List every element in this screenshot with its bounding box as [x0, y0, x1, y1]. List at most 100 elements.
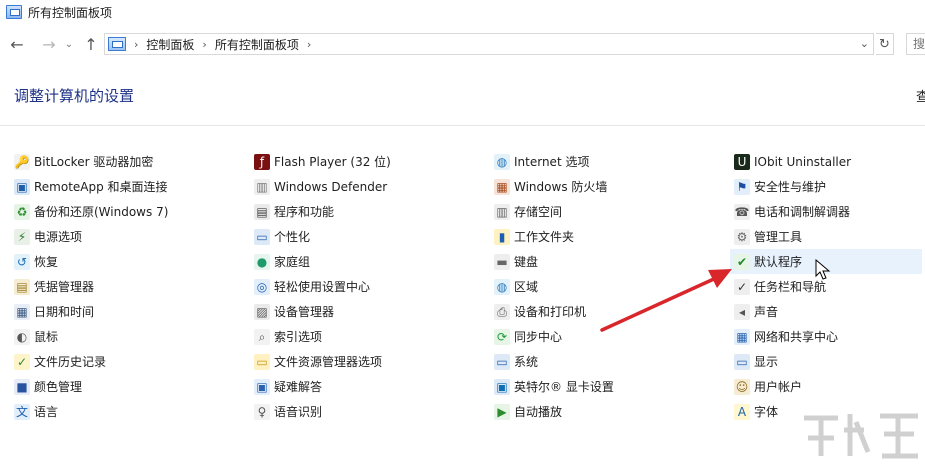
watermark-logo	[804, 413, 918, 459]
forward-button[interactable]: →	[38, 33, 60, 55]
breadcrumb-control-panel[interactable]: 控制面板	[146, 36, 194, 53]
control-panel-item[interactable]: ▭ 文件资源管理器选项	[254, 349, 391, 374]
control-panel-item-label: Flash Player (32 位)	[274, 155, 391, 169]
control-panel-item[interactable]: ▭ 个性化	[254, 224, 391, 249]
control-panel-item[interactable]: ▶ 自动播放	[494, 399, 614, 424]
control-panel-item[interactable]: ☎ 电话和调制解调器	[734, 199, 922, 224]
control-panel-item-label: 文件历史记录	[34, 355, 107, 369]
control-panel-item[interactable]: ▦ 日期和时间	[14, 299, 168, 324]
control-panel-item-label: 索引选项	[274, 330, 323, 344]
refresh-button[interactable]: ↻	[876, 33, 894, 55]
sync-icon: ⟳	[494, 328, 510, 345]
folder-options-icon: ▭	[254, 353, 270, 370]
control-panel-item-label: 设备管理器	[274, 305, 335, 319]
control-panel-item-label: 颜色管理	[34, 380, 83, 394]
control-panel-item[interactable]: ▮ 工作文件夹	[494, 224, 614, 249]
control-panel-item[interactable]: ■ 颜色管理	[14, 374, 168, 399]
control-panel-item[interactable]: ⎙ 设备和打印机	[494, 299, 614, 324]
control-panel-item[interactable]: ⚙ 管理工具	[734, 224, 922, 249]
search-input[interactable]: 搜	[906, 33, 925, 55]
control-panel-item[interactable]: ▣ 疑难解答	[254, 374, 391, 399]
control-panel-item[interactable]: U IObit Uninstaller	[734, 149, 922, 174]
troubleshoot-icon: ▣	[254, 378, 270, 395]
printer-icon: ⎙	[494, 303, 510, 320]
backup-icon: ♻	[14, 203, 30, 220]
user-accounts-icon: ☺	[734, 378, 750, 395]
control-panel-item-label: 英特尔® 显卡设置	[514, 380, 614, 394]
control-panel-item[interactable]: ▬ 键盘	[494, 249, 614, 274]
control-panel-item[interactable]: ◎ 轻松使用设置中心	[254, 274, 391, 299]
control-panel-item[interactable]: 文语言	[14, 399, 168, 424]
items-column-1: 🔑 BitLocker 驱动器加密 ▣ RemoteApp 和桌面连接 ♻ 备份和还原(W…	[14, 149, 168, 424]
back-button[interactable]: ←	[6, 33, 28, 55]
control-panel-item[interactable]: ▣ 英特尔® 显卡设置	[494, 374, 614, 399]
address-bar[interactable]: › 控制面板 › 所有控制面板项 › ⌄	[104, 33, 874, 55]
control-panel-item[interactable]: ƒ Flash Player (32 位)	[254, 149, 391, 174]
title-bar: 所有控制面板项	[0, 0, 925, 24]
display-icon: ▭	[734, 353, 750, 370]
mouse-cursor-icon	[815, 259, 831, 280]
control-panel-item-label: 疑难解答	[274, 380, 323, 394]
control-panel-item-label: IObit Uninstaller	[754, 154, 852, 169]
control-panel-item[interactable]: ● 家庭组	[254, 249, 391, 274]
control-panel-item[interactable]: ⟳ 同步中心	[494, 324, 614, 349]
control-panel-item-label: Windows Defender	[274, 179, 388, 194]
flash-icon: ƒ	[254, 153, 270, 170]
control-panel-item-label: 存储空间	[514, 205, 563, 219]
region-icon: ◍	[494, 278, 510, 295]
control-panel-item[interactable]: ▥ Windows Defender	[254, 174, 391, 199]
control-panel-item[interactable]: ▦ Windows 防火墙	[494, 174, 614, 199]
address-dropdown-button[interactable]: ⌄	[860, 37, 869, 50]
language-icon: 文	[14, 403, 30, 420]
work-folders-icon: ▮	[494, 228, 510, 245]
control-panel-item[interactable]: ⚡ 电源选项	[14, 224, 168, 249]
control-panel-item[interactable]: ☺ 用户帐户	[734, 374, 922, 399]
breadcrumb-all-items[interactable]: 所有控制面板项	[215, 36, 299, 53]
up-button[interactable]: ↑	[80, 33, 102, 55]
control-panel-item[interactable]: ♀ 语音识别	[254, 399, 391, 424]
firewall-icon: ▦	[494, 178, 510, 195]
control-panel-item[interactable]: ▣ RemoteApp 和桌面连接	[14, 174, 168, 199]
control-panel-item[interactable]: ◍ Internet 选项	[494, 149, 614, 174]
mouse-icon: ◐	[14, 328, 30, 345]
recovery-icon: ↺	[14, 253, 30, 270]
breadcrumb-separator[interactable]: ›	[202, 38, 206, 51]
control-panel-item[interactable]: ⌕ 索引选项	[254, 324, 391, 349]
breadcrumb-separator[interactable]: ›	[134, 38, 138, 51]
control-panel-item-label: 电话和调制解调器	[754, 205, 851, 219]
credential-icon: ▤	[14, 278, 30, 295]
control-panel-item-label: BitLocker 驱动器加密	[34, 155, 154, 169]
recent-locations-button[interactable]: ⌄	[62, 33, 76, 55]
indexing-icon: ⌕	[254, 328, 270, 345]
control-panel-item[interactable]: ▤ 凭据管理器	[14, 274, 168, 299]
control-panel-item-label: 键盘	[514, 255, 539, 269]
control-panel-item-label: 显示	[754, 355, 779, 369]
control-panel-item[interactable]: ▭ 显示	[734, 349, 922, 374]
control-panel-item[interactable]: ♻ 备份和还原(Windows 7)	[14, 199, 168, 224]
control-panel-item[interactable]: ◐ 鼠标	[14, 324, 168, 349]
control-panel-item-label: 用户帐户	[754, 380, 803, 394]
admin-tools-icon: ⚙	[734, 228, 750, 245]
items-column-3: ◍ Internet 选项 ▦ Windows 防火墙 ▥ 存储空间 ▮ 工作文件夹 ▬ 键盘 ◍ 区…	[494, 149, 614, 424]
programs-icon: ▤	[254, 203, 270, 220]
control-panel-item[interactable]: ▭ 系统	[494, 349, 614, 374]
sound-icon: ◂	[734, 303, 750, 320]
control-panel-item[interactable]: 🔑 BitLocker 驱动器加密	[14, 149, 168, 174]
control-panel-item[interactable]: ▤ 程序和功能	[254, 199, 391, 224]
control-panel-item-label: 鼠标	[34, 330, 59, 344]
control-panel-item[interactable]: ⚑ 安全性与维护	[734, 174, 922, 199]
control-panel-item[interactable]: ▨ 设备管理器	[254, 299, 391, 324]
control-panel-item[interactable]: ◂ 声音	[734, 299, 922, 324]
breadcrumb-separator[interactable]: ›	[307, 38, 311, 51]
control-panel-item-label: 程序和功能	[274, 205, 335, 219]
control-panel-item-label: 恢复	[34, 255, 59, 269]
microphone-icon: ♀	[254, 403, 270, 420]
control-panel-item[interactable]: ▦ 网络和共享中心	[734, 324, 922, 349]
control-panel-item-label: 默认程序	[754, 255, 803, 269]
control-panel-item[interactable]: ◍ 区域	[494, 274, 614, 299]
control-panel-item[interactable]: ✓ 文件历史记录	[14, 349, 168, 374]
control-panel-item[interactable]: ▥ 存储空间	[494, 199, 614, 224]
view-by-label[interactable]: 查	[916, 86, 925, 105]
control-panel-item-label: 语音识别	[274, 405, 323, 419]
control-panel-item[interactable]: ↺ 恢复	[14, 249, 168, 274]
